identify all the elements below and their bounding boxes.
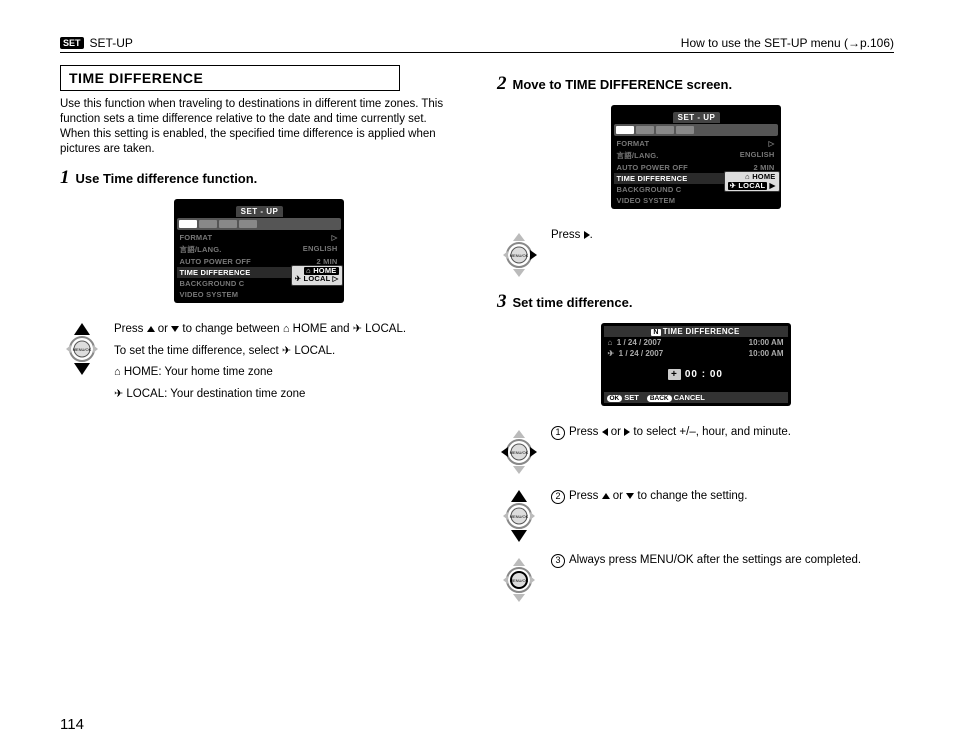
- lcd-screen-step2: SET - UP FORMAT ▷ 言語/LANG. ENGLISH AUTO PO…: [611, 105, 781, 209]
- up-arrow-icon: [602, 493, 610, 499]
- lcd-tab: SET - UP: [236, 206, 284, 217]
- lcd-screen-step3: NTIME DIFFERENCE ⌂ 1 / 24 / 200710:00 AM…: [601, 323, 791, 406]
- step-number: 1: [60, 167, 70, 189]
- step2-header: 2 Move to TIME DIFFERENCE screen.: [497, 73, 894, 95]
- lcd-value: ENGLISH: [303, 244, 338, 255]
- step1-instructions: MENU/OK Press or to change between ⌂ HOM…: [60, 321, 457, 408]
- right-column: 2 Move to TIME DIFFERENCE screen. SET - …: [497, 65, 894, 614]
- lcd-item: 言語/LANG.: [617, 150, 659, 161]
- plane-icon: ✈: [114, 388, 123, 400]
- svg-text:MENU/OK: MENU/OK: [510, 253, 529, 258]
- lcd-value: ▷: [332, 233, 338, 242]
- instr-line: 1Press or to select +/–, hour, and minut…: [551, 424, 894, 442]
- lcd-value: ENGLISH: [740, 150, 775, 161]
- lcd-item: VIDEO SYSTEM: [180, 290, 239, 299]
- lcd-home-row: ⌂ 1 / 24 / 200710:00 AM: [604, 337, 788, 348]
- lcd-item: FORMAT: [180, 233, 213, 242]
- instr-line: ⌂ HOME: Your home time zone: [114, 364, 457, 382]
- lcd-item: AUTO POWER OFF: [180, 257, 251, 266]
- svg-text:MENU/OK: MENU/OK: [510, 450, 529, 455]
- step3-sub2: MENU/OK 2Press or to change the setting.: [497, 488, 894, 544]
- lcd-item: AUTO POWER OFF: [617, 163, 688, 172]
- circle-number-icon: 2: [551, 490, 565, 504]
- circle-number-icon: 1: [551, 426, 565, 440]
- instr-line: Press .: [551, 227, 894, 245]
- dpad-up-down-icon: MENU/OK: [60, 321, 104, 377]
- step-title: Move to TIME DIFFERENCE screen.: [513, 77, 733, 92]
- step-number: 2: [497, 73, 507, 95]
- instr-line: ✈ LOCAL: Your destination time zone: [114, 386, 457, 404]
- lcd-tab-row: [177, 218, 341, 230]
- up-arrow-icon: [147, 326, 155, 332]
- svg-text:MENU/OK: MENU/OK: [510, 514, 529, 519]
- instr-line: 3Always press MENU/OK after the settings…: [551, 552, 894, 570]
- lcd-item: BACKGROUND C: [617, 185, 682, 194]
- intro-text: Use this function when traveling to dest…: [60, 97, 457, 157]
- svg-text:MENU/OK: MENU/OK: [510, 578, 529, 583]
- lcd-title: NTIME DIFFERENCE: [604, 326, 788, 337]
- home-icon: ⌂: [114, 366, 121, 378]
- dpad-right-icon: MENU/OK: [497, 227, 541, 283]
- lcd-screen-step1: SET - UP FORMAT ▷ 言語/LANG. ENGLISH AUTO PO…: [174, 199, 344, 303]
- header-section: SET-UP: [90, 36, 133, 50]
- section-title: TIME DIFFERENCE: [60, 65, 400, 91]
- instr-line: 2Press or to change the setting.: [551, 488, 894, 506]
- lcd-item: VIDEO SYSTEM: [617, 196, 676, 205]
- dpad-left-right-icon: MENU/OK: [497, 424, 541, 480]
- header-left: SET SET-UP: [60, 36, 133, 50]
- step-number: 3: [497, 291, 507, 313]
- step3-sub1: MENU/OK 1Press or to select +/–, hour, a…: [497, 424, 894, 480]
- dpad-up-down-icon: MENU/OK: [497, 488, 541, 544]
- lcd-popup: ⌂ HOME ✈ LOCAL ▷: [291, 265, 343, 286]
- left-column: TIME DIFFERENCE Use this function when t…: [60, 65, 457, 614]
- step3-sub3: MENU/OK 3Always press MENU/OK after the …: [497, 552, 894, 608]
- lcd-tab: SET - UP: [673, 112, 721, 123]
- dpad-center-icon: MENU/OK: [497, 552, 541, 608]
- page-number: 114: [60, 716, 84, 733]
- instr-line: Press or to change between ⌂ HOME and ✈ …: [114, 321, 457, 339]
- lcd-item: 言語/LANG.: [180, 244, 222, 255]
- lcd-item: BACKGROUND C: [180, 279, 245, 288]
- lcd-footer: OKSET BACKCANCEL: [604, 392, 788, 403]
- lcd-body: +00 : 00: [604, 359, 788, 392]
- step-title: Use Time difference function.: [76, 171, 258, 186]
- lcd-item-selected: TIME DIFFERENCE ⌂ HOME ✈ LOCAL ▷: [177, 267, 341, 278]
- step1-header: 1 Use Time difference function.: [60, 167, 457, 189]
- instr-line: To set the time difference, select ✈ LOC…: [114, 343, 457, 361]
- set-badge-icon: SET: [60, 37, 84, 49]
- step2-instructions: MENU/OK Press .: [497, 227, 894, 283]
- step3-header: 3 Set time difference.: [497, 291, 894, 313]
- manual-page: SET SET-UP How to use the SET-UP menu (→…: [0, 0, 954, 634]
- lcd-popup: ⌂ HOME ✈ LOCAL ▶: [724, 171, 780, 192]
- plane-icon: ✈: [282, 345, 291, 357]
- lcd-local-row: ✈ 1 / 24 / 200710:00 AM: [604, 348, 788, 359]
- lcd-item: FORMAT: [617, 139, 650, 148]
- svg-text:MENU/OK: MENU/OK: [73, 347, 92, 352]
- lcd-value: ▷: [769, 139, 775, 148]
- page-header: SET SET-UP How to use the SET-UP menu (→…: [60, 36, 894, 53]
- header-right: How to use the SET-UP menu (→p.106): [681, 36, 894, 50]
- lcd-item-selected: TIME DIFFERENCE ⌂ HOME ✈ LOCAL ▶: [614, 173, 778, 184]
- step-title: Set time difference.: [513, 295, 633, 310]
- plane-icon: ✈: [353, 323, 362, 335]
- circle-number-icon: 3: [551, 554, 565, 568]
